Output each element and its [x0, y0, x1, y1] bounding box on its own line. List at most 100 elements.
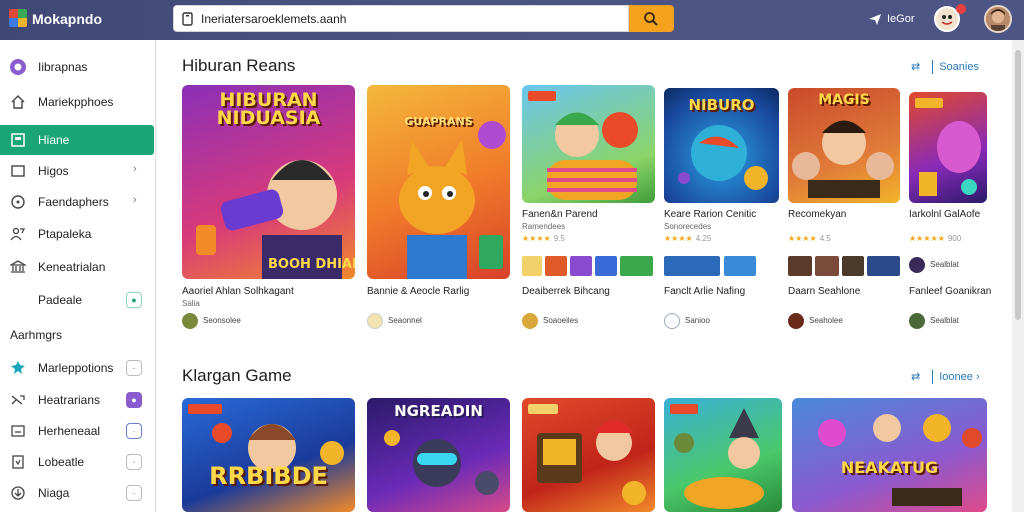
badge-icon: ·: [126, 485, 142, 501]
sidebar-item-lobeatle[interactable]: Lobeatle ·: [0, 447, 156, 477]
sidebar-item-label: Heatrarians: [38, 393, 101, 407]
compass-icon: [11, 195, 25, 209]
rating-stars: ★★★★★ 900: [909, 234, 962, 243]
main-content: Hiburan Reans ⇄ Soanies HIBURAN NIDUASIA …: [157, 40, 1012, 512]
game-card-image[interactable]: [522, 85, 655, 203]
section-see-all-button[interactable]: ⇄ Ioonee ›: [911, 370, 980, 385]
sidebar-item-niaga[interactable]: Niaga ·: [0, 478, 156, 508]
game-card-image[interactable]: MAGIS: [788, 88, 900, 203]
app-logo-icon[interactable]: [9, 9, 27, 27]
developer-logo-icon: [909, 257, 925, 273]
sidebar-item-marleppotions[interactable]: Marleppotions ·: [0, 353, 156, 383]
scrollbar-thumb[interactable]: [1015, 50, 1021, 320]
game-card-image[interactable]: HIBURAN NIDUASIA BOOH DHIAE: [182, 85, 355, 279]
game-card-title[interactable]: Bannie & Aeocle Rarlig: [367, 286, 469, 297]
game-card-title[interactable]: Recomekyan: [788, 209, 846, 220]
puzzle-icon: [11, 361, 25, 374]
chevron-right-icon: ›: [975, 371, 980, 383]
developer-logo-icon: [909, 313, 925, 329]
sidebar-item-label: Higos: [38, 164, 69, 178]
chevron-right-icon: ›: [133, 194, 137, 206]
sidebar-item-label: Herheneaal: [38, 424, 101, 438]
search-bar[interactable]: [173, 5, 629, 32]
developer-name: Soaoeiles: [543, 316, 579, 325]
screenshot-thumbnails[interactable]: [788, 256, 900, 276]
developer-logo-icon: [522, 313, 538, 329]
game-card-title[interactable]: Iarkolnl GalAofe: [909, 209, 980, 220]
game-card-caption: NEAKATUG: [840, 458, 939, 477]
sidebar-item-padeale[interactable]: Padeale ●: [0, 285, 156, 315]
chevron-right-icon: ›: [133, 163, 137, 175]
badge-icon: ·: [126, 360, 142, 376]
rating-stars: ★★★★ 4.5: [788, 234, 831, 243]
badge-icon: ·: [126, 454, 142, 470]
game-card-image[interactable]: GUAPRANS: [367, 85, 510, 279]
shuffle-icon: ⇄: [911, 371, 921, 383]
sidebar-item-herheneaal[interactable]: Herheneaal ·: [0, 416, 156, 446]
section-see-all-button[interactable]: ⇄ Soanies: [911, 60, 979, 75]
sidebar-item-faendaphers[interactable]: Faendaphers ›: [0, 187, 156, 217]
sidebar-item-ptapaleka[interactable]: Ptapaleka: [0, 219, 156, 249]
sidebar-item-label: Niaga: [38, 486, 70, 500]
developer-name: Seonsolee: [203, 316, 241, 325]
developer-logo-icon: [788, 313, 804, 329]
info-badge-icon: ●: [126, 292, 142, 308]
game-card-title-secondary[interactable]: Deaiberrek Bihcang: [522, 286, 610, 297]
sidebar-item-heatrarians[interactable]: Heatrarians ●: [0, 385, 156, 415]
sidebar-item-higos[interactable]: Higos ›: [0, 156, 156, 186]
badge-icon: ●: [126, 392, 142, 408]
badge-icon: ·: [126, 423, 142, 439]
game-card-image[interactable]: RRBIBDE: [182, 398, 355, 512]
phone-icon: [12, 455, 24, 469]
sidebar-item-label: Iibrapnas: [38, 60, 88, 74]
top-bar: Mokapndo IeGor: [0, 0, 1024, 40]
developer-name: Sealblat: [930, 260, 959, 269]
developer-name: Seaholee: [809, 316, 843, 325]
developer-logo-icon: [367, 313, 383, 329]
send-icon[interactable]: [868, 12, 882, 26]
vertical-scrollbar[interactable]: [1012, 40, 1024, 512]
rating-stars: ★★★★ 9.5: [522, 234, 565, 243]
sidebar-item-label: Marleppotions: [38, 361, 114, 375]
game-card-subtitle: Ramendees: [522, 222, 566, 231]
screenshot-thumbnails[interactable]: [664, 256, 756, 276]
game-card-title[interactable]: Keare Rarion Cenitic: [664, 209, 756, 220]
grid-icon: [11, 133, 25, 147]
sidebar-item-label: Padeale: [38, 293, 83, 307]
see-all-label: Ioonee: [939, 371, 973, 383]
game-card-image[interactable]: NEAKATUG: [792, 398, 987, 512]
sidebar-item-iibrapnas[interactable]: Iibrapnas: [0, 52, 156, 82]
game-card-caption: RRBIBDE: [209, 462, 328, 490]
search-icon: [182, 12, 193, 26]
game-card-title-secondary[interactable]: Fanleef Goanikran: [909, 286, 991, 297]
rating-stars: ★★★★ 4.25: [664, 234, 712, 243]
game-card-image[interactable]: NIBURO: [664, 88, 779, 203]
sidebar-item-label: Mariekpphoes: [38, 95, 114, 109]
app-title[interactable]: Mokapndo: [32, 11, 102, 27]
section-title: Klargan Game: [182, 366, 292, 385]
magnifier-icon: [644, 12, 658, 26]
sidebar-item-hiane[interactable]: Hiane: [0, 125, 154, 155]
search-button[interactable]: [629, 5, 674, 32]
swap-icon: [11, 395, 25, 405]
sidebar-item-keneatrialan[interactable]: Keneatrialan: [0, 252, 156, 282]
sidebar-item-mariekpphoes[interactable]: Mariekpphoes: [0, 87, 156, 117]
game-card-title-secondary[interactable]: Fanclt Arlie Nafing: [664, 286, 745, 297]
game-card-image[interactable]: [522, 398, 655, 512]
game-card-title[interactable]: Aaoriel Ahlan Solhkagant: [182, 286, 294, 297]
people-icon: [10, 227, 26, 241]
window-icon: [11, 425, 25, 437]
avatar[interactable]: [984, 5, 1012, 33]
search-input[interactable]: [201, 10, 621, 28]
square-icon: [11, 165, 25, 177]
game-card-title[interactable]: Fanen&n Parend: [522, 209, 598, 220]
developer-name: Sanioo: [685, 316, 710, 325]
top-right-label[interactable]: IeGor: [887, 13, 915, 25]
sidebar-heading: Aarhmgrs: [10, 328, 63, 342]
game-card-subtitle: Salia: [182, 299, 200, 308]
game-card-image[interactable]: [909, 92, 987, 203]
screenshot-thumbnails[interactable]: [522, 256, 653, 276]
game-card-image[interactable]: [664, 398, 782, 512]
game-card-title-secondary[interactable]: Daarn Seahlone: [788, 286, 860, 297]
game-card-image[interactable]: NGREADIN: [367, 398, 510, 512]
